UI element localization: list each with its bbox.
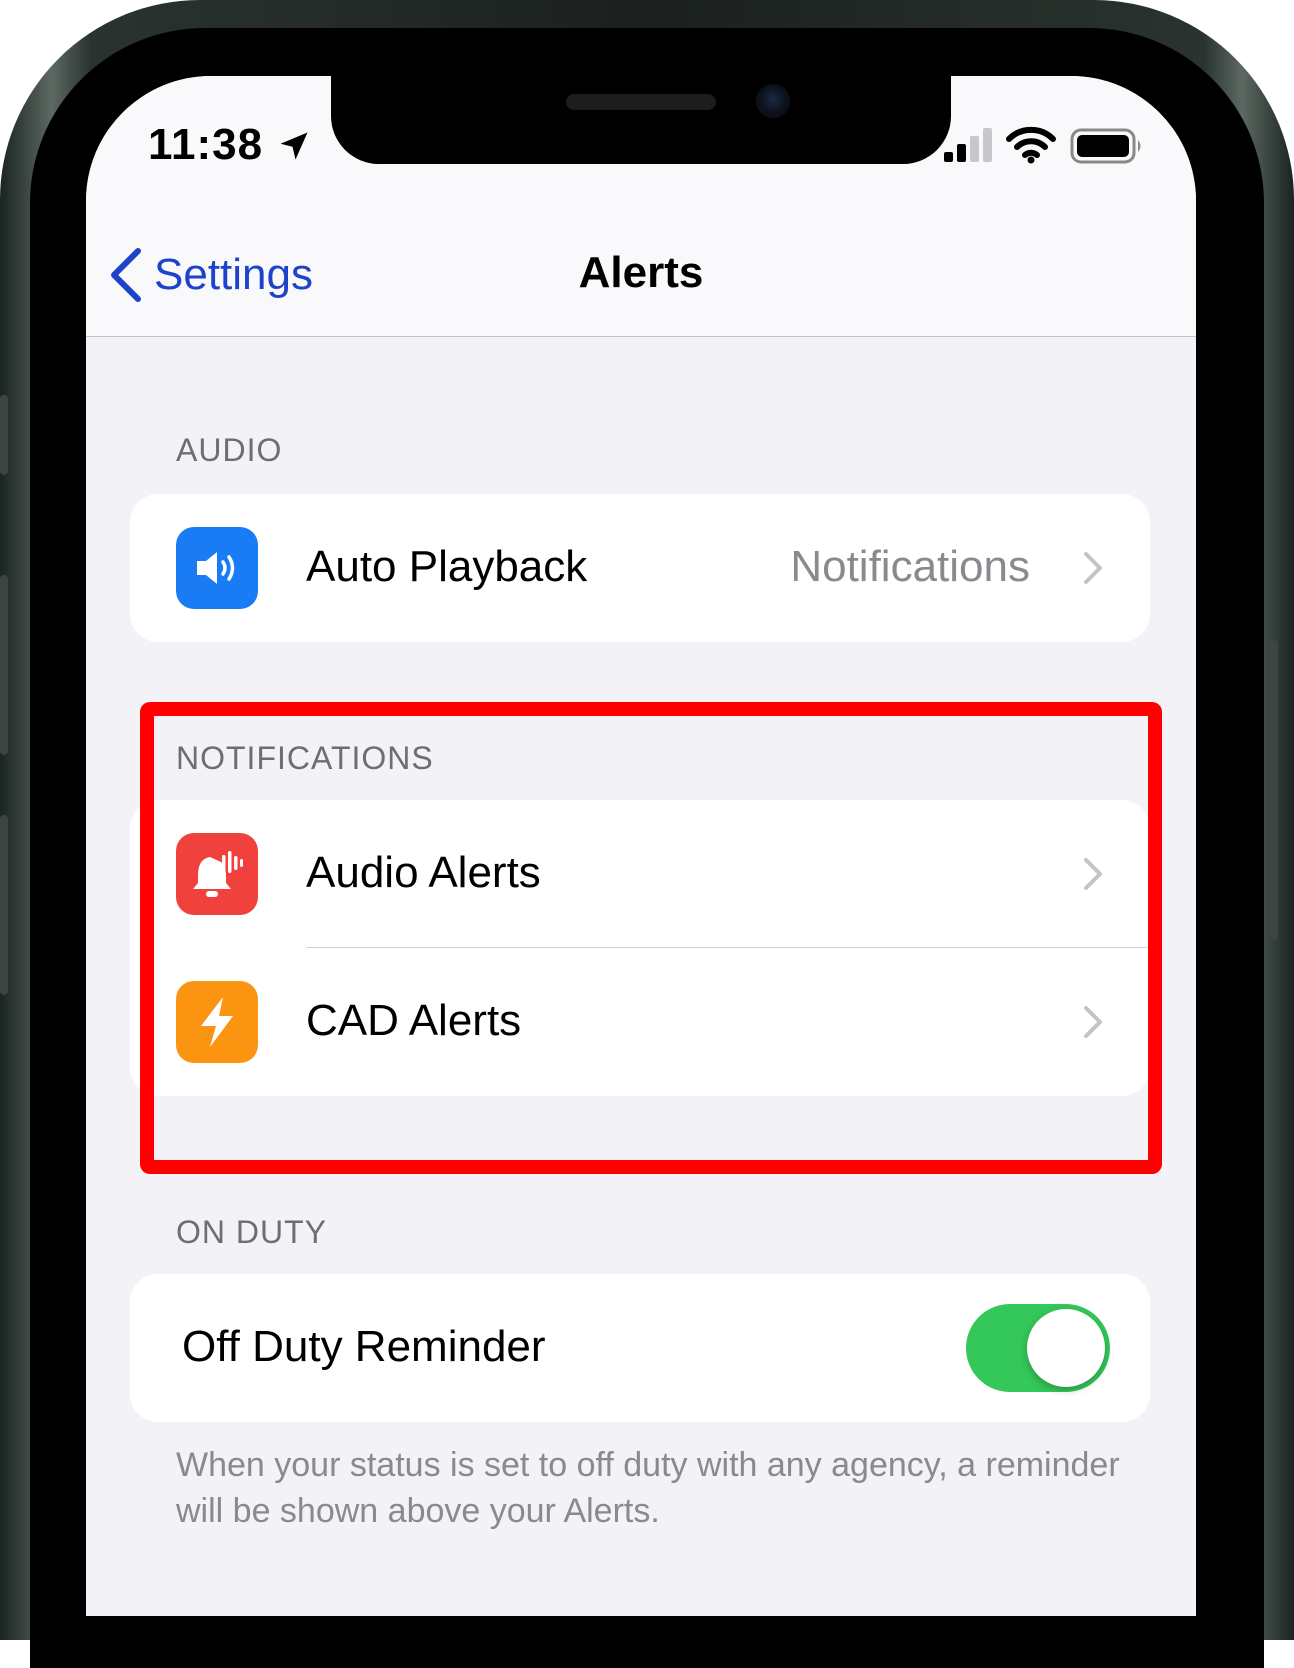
battery-icon bbox=[1070, 128, 1141, 164]
on-duty-footer: When your status is set to off duty with… bbox=[176, 1446, 1120, 1530]
status-time: 11:38 bbox=[148, 120, 264, 169]
off-duty-reminder-row: Off Duty Reminder bbox=[130, 1274, 1150, 1422]
section-header-audio: AUDIO bbox=[176, 432, 283, 468]
off-duty-reminder-label: Off Duty Reminder bbox=[182, 1322, 546, 1371]
toggle-knob bbox=[1027, 1309, 1105, 1387]
highlight-annotation-box bbox=[140, 702, 1162, 1174]
notch bbox=[331, 76, 951, 164]
auto-playback-row[interactable]: Auto Playback Notifications bbox=[130, 494, 1150, 642]
chevron-right-icon bbox=[1084, 552, 1102, 584]
wifi-icon bbox=[1006, 126, 1056, 164]
off-duty-reminder-toggle[interactable] bbox=[966, 1304, 1110, 1392]
speaker-grille bbox=[566, 94, 716, 110]
navigation-bar: Settings Alerts bbox=[86, 216, 1196, 337]
auto-playback-value: Notifications bbox=[790, 542, 1030, 591]
front-camera bbox=[756, 84, 790, 118]
volume-up-button bbox=[0, 575, 8, 755]
power-button bbox=[1268, 640, 1278, 940]
speaker-icon bbox=[176, 527, 258, 609]
location-arrow-icon bbox=[280, 132, 308, 160]
mute-switch bbox=[0, 395, 8, 475]
cellular-signal-icon bbox=[944, 128, 992, 162]
auto-playback-label: Auto Playback bbox=[306, 542, 588, 591]
audio-group: Auto Playback Notifications bbox=[130, 494, 1150, 642]
on-duty-group: Off Duty Reminder bbox=[130, 1274, 1150, 1422]
volume-down-button bbox=[0, 815, 8, 995]
section-header-on-duty: ON DUTY bbox=[176, 1214, 327, 1250]
page-title: Alerts bbox=[578, 248, 704, 297]
